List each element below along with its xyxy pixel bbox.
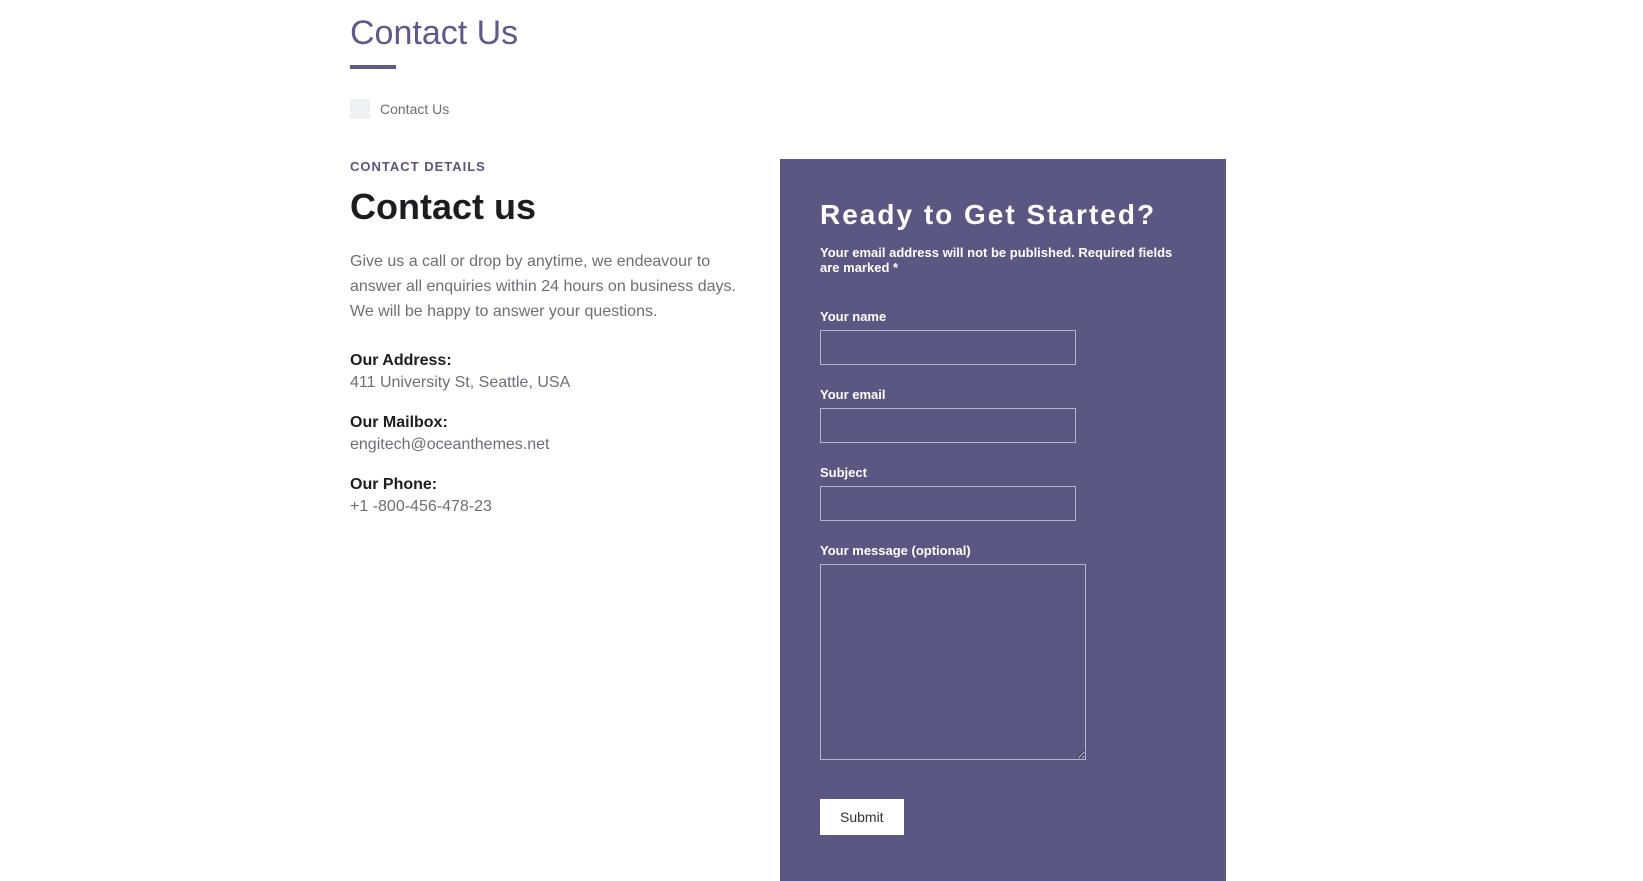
name-label: Your name xyxy=(820,309,1186,324)
email-input[interactable] xyxy=(820,408,1076,443)
form-note: Your email address will not be published… xyxy=(820,245,1186,275)
email-field: Your email xyxy=(820,387,1186,443)
name-input[interactable] xyxy=(820,330,1076,365)
contact-details-subheading: CONTACT DETAILS xyxy=(350,159,750,174)
subject-field: Subject xyxy=(820,465,1186,521)
message-field: Your message (optional) xyxy=(820,543,1186,765)
message-label: Your message (optional) xyxy=(820,543,1186,558)
phone-label: Our Phone: xyxy=(350,476,750,494)
breadcrumb: Contact Us xyxy=(350,99,1226,119)
mailbox-label: Our Mailbox: xyxy=(350,414,750,432)
email-label: Your email xyxy=(820,387,1186,402)
address-block: Our Address: 411 University St, Seattle,… xyxy=(350,352,750,392)
address-label: Our Address: xyxy=(350,352,750,370)
submit-button[interactable]: Submit xyxy=(820,799,904,835)
name-field: Your name xyxy=(820,309,1186,365)
subject-input[interactable] xyxy=(820,486,1076,521)
address-value: 411 University St, Seattle, USA xyxy=(350,374,750,392)
contact-form-panel: Ready to Get Started? Your email address… xyxy=(780,159,1226,881)
title-underline xyxy=(350,65,396,69)
phone-block: Our Phone: +1 -800-456-478-23 xyxy=(350,476,750,516)
message-input[interactable] xyxy=(820,564,1086,760)
subject-label: Subject xyxy=(820,465,1186,480)
contact-intro-text: Give us a call or drop by anytime, we en… xyxy=(350,250,750,324)
home-icon[interactable] xyxy=(350,99,370,119)
mailbox-block: Our Mailbox: engitech@oceanthemes.net xyxy=(350,414,750,454)
breadcrumb-text: Contact Us xyxy=(380,101,449,117)
phone-value: +1 -800-456-478-23 xyxy=(350,498,750,516)
mailbox-value: engitech@oceanthemes.net xyxy=(350,436,750,454)
page-title: Contact Us xyxy=(350,14,1226,53)
form-title: Ready to Get Started? xyxy=(820,199,1186,231)
contact-details-panel: CONTACT DETAILS Contact us Give us a cal… xyxy=(350,159,760,538)
contact-us-heading: Contact us xyxy=(350,186,750,228)
